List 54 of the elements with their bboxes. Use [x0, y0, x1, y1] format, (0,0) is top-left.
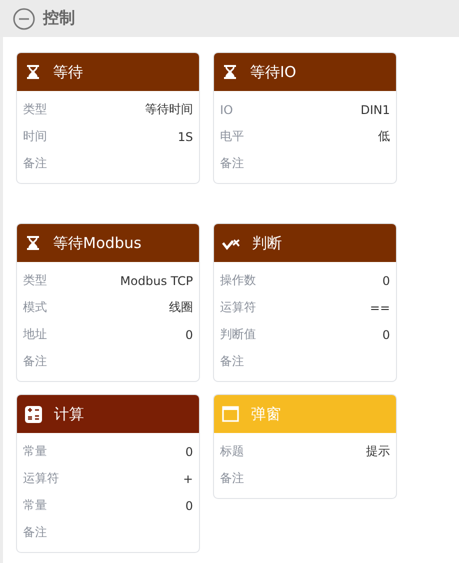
node-card[interactable]: 弹窗 标题 提示 备注 — [213, 394, 397, 499]
field-value: + — [182, 472, 193, 486]
card-title: 判断 — [252, 234, 282, 252]
field-label: 备注 — [220, 353, 244, 370]
field-label: 运算符 — [23, 470, 59, 487]
field-label: 时间 — [23, 128, 47, 145]
field-value: 低 — [378, 128, 390, 145]
section-header[interactable]: 控制 — [0, 0, 459, 37]
field-label: 操作数 — [220, 272, 256, 289]
field-value: DIN1 — [360, 102, 390, 116]
field-label: 备注 — [23, 524, 47, 541]
field-label: 模式 — [23, 299, 47, 316]
field-label: 判断值 — [220, 326, 256, 343]
field-label: 备注 — [23, 353, 47, 370]
field-value: 线圈 — [169, 299, 193, 316]
card-title: 弹窗 — [251, 404, 281, 424]
window-icon — [222, 406, 239, 422]
node-card[interactable]: 等待 类型 等待时间 时间 1S 备注 — [16, 52, 200, 184]
field-label: 常量 — [23, 497, 47, 514]
field-value: 0 — [185, 498, 193, 512]
calculator-icon — [25, 406, 42, 422]
field-value: 1S — [178, 130, 193, 144]
field-label: 地址 — [23, 326, 47, 343]
hourglass-icon — [25, 235, 41, 251]
field-value: 0 — [185, 444, 193, 458]
card-title: 等待IO — [250, 62, 296, 82]
node-card[interactable]: 判断 操作数 0 运算符 == 判断值 0 备注 — [213, 223, 397, 382]
node-card[interactable]: 等待IO IO DIN1 电平 低 备注 — [213, 52, 397, 184]
field-label: 备注 — [23, 155, 47, 172]
field-label: 运算符 — [220, 299, 256, 316]
node-card[interactable]: 计算 常量 0 运算符 + 常量 0 备注 — [16, 394, 200, 553]
field-label: 标题 — [220, 443, 244, 460]
field-label: 电平 — [220, 128, 244, 145]
node-card[interactable]: 等待Modbus 类型 Modbus TCP 模式 线圈 地址 0 备注 — [16, 223, 200, 382]
field-label: 类型 — [23, 101, 47, 118]
collapse-icon[interactable] — [13, 8, 35, 30]
field-value: 等待时间 — [145, 101, 193, 118]
card-title: 等待Modbus — [53, 234, 142, 252]
field-value: Modbus TCP — [120, 274, 193, 288]
hourglass-icon — [25, 64, 41, 80]
field-value: 0 — [382, 274, 390, 288]
field-label: 类型 — [23, 272, 47, 289]
field-label: 备注 — [220, 470, 244, 487]
field-value: == — [370, 300, 390, 314]
field-value: 0 — [185, 328, 193, 342]
card-title: 计算 — [54, 404, 84, 424]
card-title: 等待 — [53, 62, 83, 82]
section-title: 控制 — [43, 8, 75, 29]
field-value: 0 — [382, 328, 390, 342]
field-label: 常量 — [23, 443, 47, 460]
field-label: 备注 — [220, 155, 244, 172]
hourglass-icon — [222, 64, 238, 80]
field-value: 提示 — [366, 443, 390, 460]
field-label: IO — [220, 102, 233, 116]
